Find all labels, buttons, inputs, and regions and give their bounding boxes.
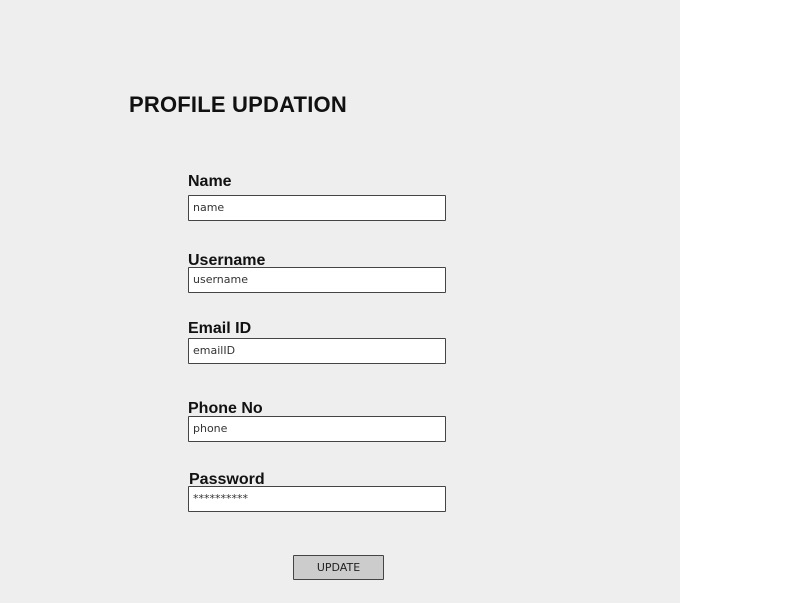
username-field[interactable]: username xyxy=(188,267,446,293)
name-field[interactable]: name xyxy=(188,195,446,221)
form-panel: PROFILE UPDATION Name name Username user… xyxy=(0,0,680,603)
name-label: Name xyxy=(188,173,232,190)
email-label: Email ID xyxy=(188,320,252,337)
email-field[interactable]: emailID xyxy=(188,338,446,364)
password-field[interactable]: ********** xyxy=(188,486,446,512)
page-title: PROFILE UPDATION xyxy=(129,92,347,117)
phone-field[interactable]: phone xyxy=(188,416,446,442)
update-button[interactable]: UPDATE xyxy=(293,555,384,580)
